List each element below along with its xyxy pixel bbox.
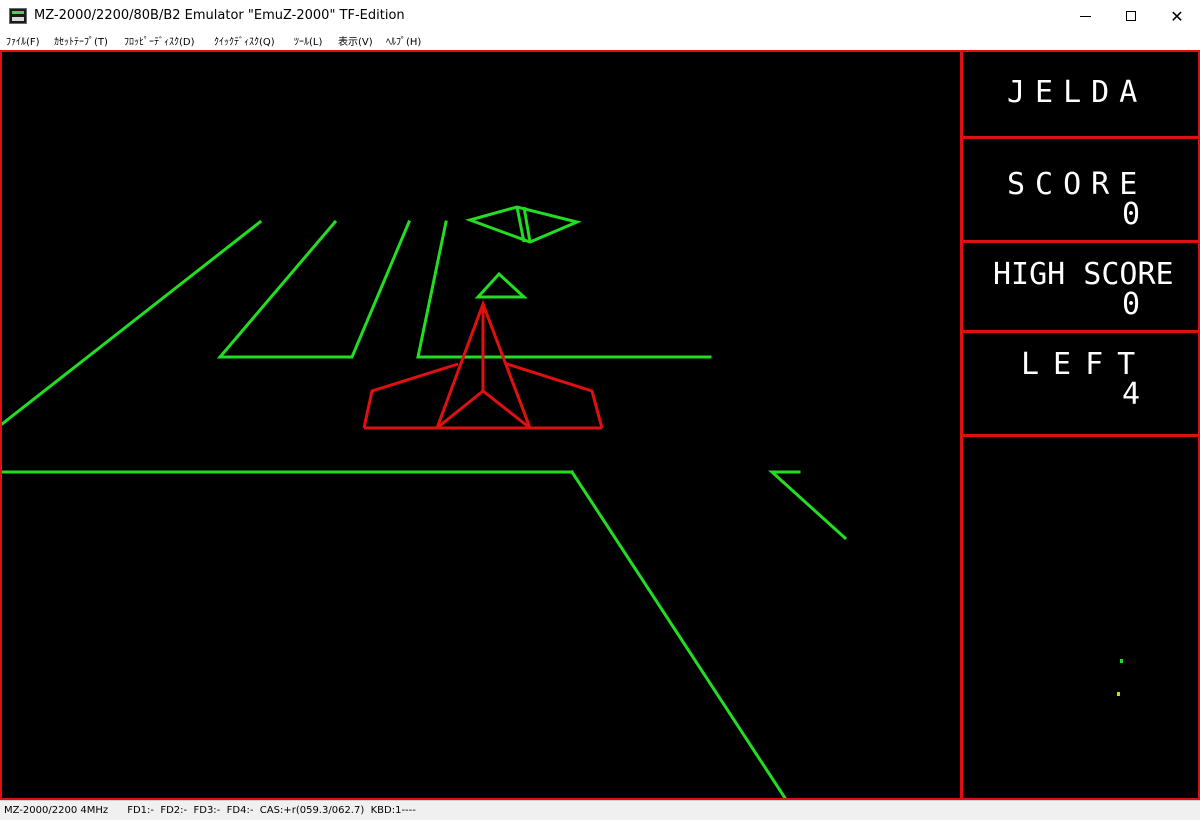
radar-dot bbox=[1117, 692, 1120, 696]
close-icon: ✕ bbox=[1170, 6, 1184, 26]
enemy-ship bbox=[465, 205, 582, 244]
menu-bar: ﾌｧｲﾙ(F) ｶｾｯﾄﾃｰﾌﾟ(T) ﾌﾛｯﾋﾟｰﾃﾞｨｽｸ(D) ｸｲｯｸﾃ… bbox=[0, 32, 1200, 48]
hud-divider bbox=[963, 240, 1200, 243]
score-label: SCORE bbox=[1007, 167, 1148, 202]
radar-area bbox=[1117, 659, 1123, 696]
enemy-marker bbox=[474, 271, 528, 299]
maximize-button[interactable] bbox=[1108, 0, 1154, 32]
menu-floppy-disk[interactable]: ﾌﾛｯﾋﾟｰﾃﾞｨｽｸ(D) bbox=[124, 33, 195, 48]
player-ship bbox=[362, 299, 604, 430]
minimize-icon bbox=[1079, 15, 1091, 17]
menu-tool[interactable]: ﾂｰﾙ(L) bbox=[294, 33, 322, 48]
ground-shape-left bbox=[216, 219, 411, 359]
close-button[interactable]: ✕ bbox=[1154, 0, 1200, 32]
menu-file[interactable]: ﾌｧｲﾙ(F) bbox=[6, 33, 40, 48]
score-value: 0 bbox=[1121, 197, 1140, 232]
ground-line-diagonal bbox=[569, 469, 787, 798]
menu-view[interactable]: 表示(V) bbox=[338, 33, 373, 48]
hud-panel: JELDA SCORE 0 HIGH SCORE 0 LEFT 4 bbox=[960, 52, 1200, 798]
ground-line-right bbox=[768, 470, 848, 541]
title-bar: MZ-2000/2200/80B/B2 Emulator "EmuZ-2000"… bbox=[0, 0, 1200, 32]
menu-cassette-tape[interactable]: ｶｾｯﾄﾃｰﾌﾟ(T) bbox=[54, 33, 108, 48]
game-playfield bbox=[2, 205, 848, 798]
menu-quick-disk[interactable]: ｸｲｯｸﾃﾞｨｽｸ(Q) bbox=[214, 33, 275, 48]
minimize-button[interactable] bbox=[1062, 0, 1108, 32]
hud-divider bbox=[963, 136, 1200, 139]
maximize-icon bbox=[1126, 11, 1136, 21]
menu-help[interactable]: ﾍﾙﾌﾟ(H) bbox=[386, 33, 421, 48]
lives-left-value: 4 bbox=[1121, 377, 1140, 412]
high-score-label: HIGH SCORE bbox=[993, 257, 1174, 292]
status-bar: MZ-2000/2200 4MHz FD1:- FD2:- FD3:- FD4:… bbox=[0, 800, 1200, 820]
status-text: MZ-2000/2200 4MHz FD1:- FD2:- FD3:- FD4:… bbox=[4, 805, 416, 816]
high-score-value: 0 bbox=[1121, 287, 1140, 322]
ground-line-far-left bbox=[2, 219, 263, 426]
window-title: MZ-2000/2200/80B/B2 Emulator "EmuZ-2000"… bbox=[34, 8, 405, 23]
hud-divider bbox=[963, 330, 1200, 333]
radar-dot bbox=[1120, 659, 1123, 663]
emulator-screen[interactable]: JELDA SCORE 0 HIGH SCORE 0 LEFT 4 bbox=[0, 50, 1200, 800]
app-icon[interactable] bbox=[9, 8, 27, 24]
game-title: JELDA bbox=[1007, 75, 1148, 110]
lives-left-label: LEFT bbox=[1021, 347, 1150, 382]
ground-shape-center bbox=[416, 220, 712, 359]
